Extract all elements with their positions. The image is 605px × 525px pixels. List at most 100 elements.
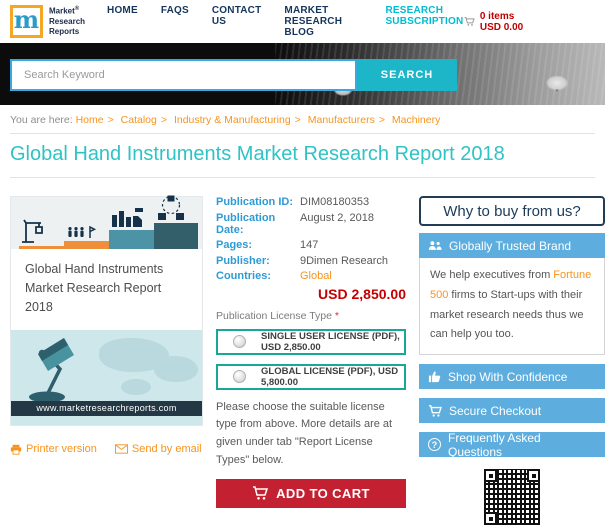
qr-finder-pattern [527, 469, 540, 483]
license-type-heading: Publication License Type * [216, 310, 406, 322]
radio-single-user-license[interactable] [233, 335, 246, 348]
logo-letter: m [13, 4, 40, 34]
sidebar-item-shop-with-confidence[interactable]: Shop With Confidence [419, 364, 605, 390]
trusted-text-post: firms to Start-ups with their market res… [430, 288, 584, 341]
users-icon [428, 241, 442, 250]
world-map [121, 379, 151, 395]
detail-label: Countries: [216, 270, 271, 282]
trusted-text-pre: We help executives from [430, 269, 554, 281]
nav-faqs[interactable]: FAQS [161, 5, 189, 38]
price: USD 2,850.00 [318, 285, 406, 302]
cart-icon [429, 404, 442, 417]
publication-id-value: DIM08180353 [300, 196, 370, 208]
registered-mark: ® [74, 6, 80, 13]
radio-global-license[interactable] [233, 370, 246, 383]
nav-market-research-blog[interactable]: MARKET RESEARCH BLOG [284, 5, 362, 38]
network-icon [158, 195, 184, 220]
detail-row-countries: Countries: Global [216, 270, 406, 282]
cart-summary[interactable]: 0 items USD 0.00 [464, 11, 537, 33]
breadcrumb-manufacturers[interactable]: Manufacturers [308, 114, 375, 126]
license-note: Please choose the suitable license type … [216, 400, 393, 466]
search-bar: SEARCH [10, 59, 457, 91]
detail-label: Publication ID: [216, 196, 293, 208]
breadcrumb-home[interactable]: Home [76, 114, 104, 126]
main-nav: HOME FAQS CONTACT US MARKET RESEARCH BLO… [107, 5, 464, 38]
sidebar-item-label: Secure Checkout [449, 403, 542, 418]
cart-icon [253, 486, 269, 500]
cover-step-bar [19, 246, 64, 249]
printer-version-link[interactable]: Printer version [10, 443, 97, 455]
why-buy-heading: Why to buy from us? [419, 196, 605, 226]
nav-contact-us[interactable]: CONTACT US [212, 5, 262, 38]
cover-header-graphic [11, 195, 202, 249]
send-by-email-label: Send by email [131, 443, 202, 455]
qr-code [484, 469, 540, 525]
breadcrumb-separator: > [107, 114, 114, 126]
breadcrumb-separator: > [160, 114, 168, 126]
qr-finder-pattern [484, 469, 497, 483]
cover-title-area: Global Hand Instruments Market Research … [11, 249, 202, 330]
sidebar-item-label: Globally Trusted Brand [449, 238, 572, 253]
sidebar-item-label: Shop With Confidence [448, 369, 568, 384]
cover-report-title: Global Hand Instruments Market Research … [25, 262, 164, 314]
publisher-value: 9Dimen Research [300, 254, 389, 267]
report-cover-image: Global Hand Instruments Market Research … [10, 195, 203, 426]
search-input[interactable] [10, 59, 357, 91]
search-button[interactable]: SEARCH [357, 59, 457, 91]
cart-icon [464, 17, 475, 26]
breadcrumb: You are here: Home > Catalog > Industry & … [0, 105, 605, 133]
qr-finder-pattern [484, 512, 497, 525]
cover-step-bar [109, 230, 154, 249]
cover-step-bar [64, 241, 109, 249]
printer-icon [10, 444, 22, 455]
sidebar-item-frequently-asked-questions[interactable]: ? Frequently Asked Questions [419, 431, 605, 459]
cover-illustration [11, 330, 202, 401]
question-glyph: ? [431, 439, 438, 450]
license-option-global[interactable]: GLOBAL LICENSE (PDF), USD 5,800.00 [216, 363, 406, 390]
site-header: m Market® Research Reports HOME FAQS CON… [0, 0, 605, 43]
hero-search-band: SEARCH [0, 43, 605, 105]
license-option-label: GLOBAL LICENSE (PDF), USD 5,800.00 [261, 365, 399, 388]
brand-line-3: Reports [49, 26, 80, 36]
license-option-single-user[interactable]: SINGLE USER LICENSE (PDF), USD 2,850.00 [216, 328, 406, 355]
printer-version-label: Printer version [26, 443, 97, 455]
required-asterisk: * [334, 309, 339, 322]
detail-row-publication-date: Publication Date: August 2, 2018 [216, 212, 406, 236]
cart-count-text: 0 items USD 0.00 [479, 10, 524, 33]
people-icon [68, 226, 96, 238]
publication-details: Publication ID: DIM08180353 Publication … [216, 196, 406, 508]
breadcrumb-separator: > [294, 114, 301, 126]
brand-line-2: Research [49, 16, 86, 26]
detail-row-publication-id: Publication ID: DIM08180353 [216, 196, 406, 208]
question-icon: ? [428, 438, 441, 452]
cover-website-bar: www.marketresearchreports.com [11, 401, 202, 416]
breadcrumb-machinery[interactable]: Machinery [392, 114, 440, 126]
detail-label: Publication Date: [216, 211, 276, 236]
world-map [154, 356, 198, 382]
title-section: Global Hand Instruments Market Research … [10, 133, 595, 178]
machinery-icon [112, 208, 143, 227]
sidebar: Why to buy from us? Globally Trusted Bra… [419, 196, 605, 525]
add-to-cart-label: ADD TO CART [276, 485, 370, 501]
thumbs-up-icon [428, 371, 441, 383]
lamp-icon [29, 338, 74, 401]
left-column: Global Hand Instruments Market Research … [10, 195, 203, 455]
nav-home[interactable]: HOME [107, 5, 138, 38]
crane-icon [22, 219, 43, 243]
breadcrumb-catalog[interactable]: Catalog [121, 114, 157, 126]
send-by-email-link[interactable]: Send by email [114, 443, 202, 455]
sidebar-item-globally-trusted-brand[interactable]: Globally Trusted Brand [419, 233, 605, 258]
page-title: Global Hand Instruments Market Research … [10, 143, 505, 165]
cover-bottom-strip [11, 416, 202, 425]
countries-global-link[interactable]: Global [300, 270, 332, 282]
add-to-cart-button[interactable]: ADD TO CART [216, 478, 406, 508]
site-logo[interactable]: m Market® Research Reports [10, 5, 85, 38]
breadcrumb-prefix: You are here: [10, 114, 73, 126]
nav-research-subscription[interactable]: RESEARCH SUBSCRIPTION [385, 5, 464, 38]
license-heading-text: Publication License Type [216, 309, 335, 322]
detail-label: Pages: [216, 239, 253, 251]
sidebar-item-secure-checkout[interactable]: Secure Checkout [419, 398, 605, 424]
main-content: Global Hand Instruments Market Research … [0, 178, 605, 525]
pages-value: 147 [300, 239, 319, 251]
breadcrumb-industry-manufacturing[interactable]: Industry & Manufacturing [174, 114, 291, 126]
